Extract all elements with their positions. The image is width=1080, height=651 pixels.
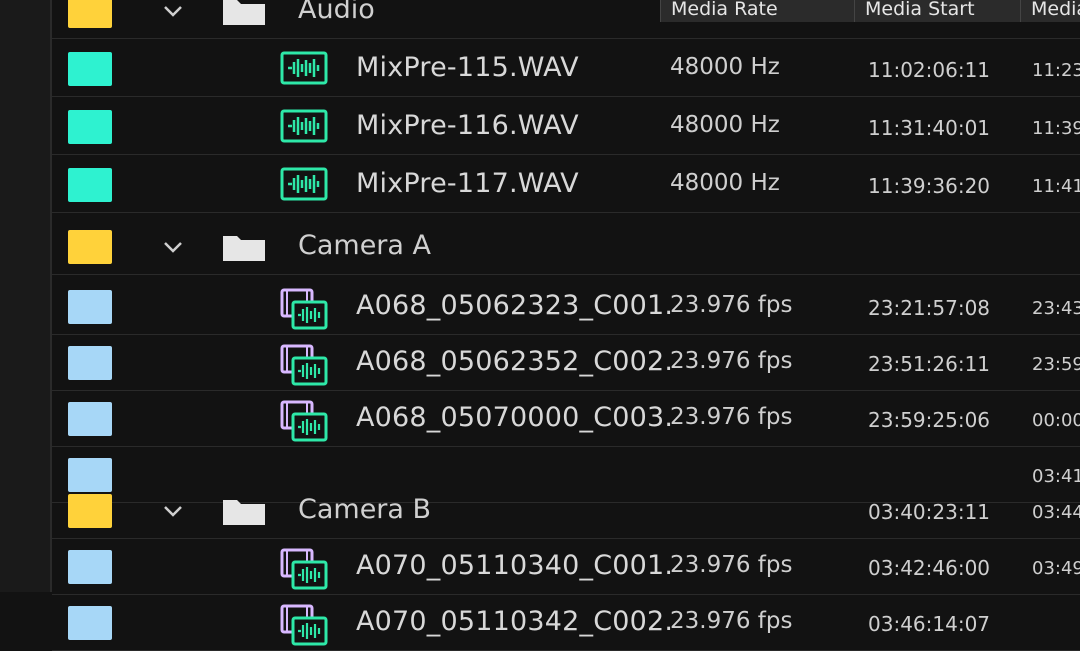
chevron-down-icon[interactable] [160,0,186,24]
clip-name: A070_05110340_C001. [356,550,674,581]
media-end-value: 11:41: [1032,176,1080,197]
label-color-swatch[interactable] [68,494,112,528]
media-end-value: 23:59: [1032,354,1080,375]
clip-name: A068_05062352_C002. [356,346,674,377]
clip-row[interactable]: A068_05062323_C001. 23.976 fps 23:21:57:08… [52,280,1080,335]
media-rate-value: 48000 Hz [670,112,780,138]
clip-name: MixPre-115.WAV [356,52,579,83]
bin-name: Audio [298,0,375,25]
clip-name: A068_05070000_C003. [356,402,674,433]
clip-row[interactable]: A068_05062352_C002. 23.976 fps 23:51:26:11… [52,336,1080,391]
media-end-value: 11:23: [1032,60,1080,81]
bin-row[interactable]: Camera B 03:40:23:11 03:44: [52,484,1080,539]
video-clip-icon [280,288,328,330]
media-start-value: 11:02:06:11 [868,58,991,82]
bin-row[interactable]: Camera A [52,220,1080,275]
media-rate-value: 23.976 fps [670,404,793,430]
media-start-value: 23:21:57:08 [868,296,991,320]
media-rate-value: 48000 Hz [670,170,780,196]
clip-name: MixPre-117.WAV [356,168,579,199]
folder-icon [222,496,266,526]
clip-row[interactable]: MixPre-117.WAV 48000 Hz 11:39:36:20 11:41: [52,158,1080,213]
video-clip-icon [280,344,328,386]
media-end-value: 23:43: [1032,298,1080,319]
media-end-value: 11:39: [1032,118,1080,139]
clip-name: A070_05110342_C002. [356,606,674,637]
media-start-value: 11:39:36:20 [868,174,991,198]
folder-icon [222,0,266,26]
media-end-value: 00:00: [1032,410,1080,431]
clip-row[interactable]: A068_05070000_C003. 23.976 fps 23:59:25:06… [52,392,1080,447]
media-start-value: 03:40:23:11 [868,500,991,524]
clip-row[interactable]: A070_05110342_C002. 23.976 fps 03:46:14:07 [52,596,1080,651]
label-color-swatch[interactable] [68,290,112,324]
clip-row[interactable]: A070_05110340_C001. 23.976 fps 03:42:46:00… [52,540,1080,595]
bin-name: Camera B [298,494,432,525]
media-end-value: 03:49: [1032,558,1080,579]
label-color-swatch[interactable] [68,550,112,584]
clip-name: A068_05062323_C001. [356,290,674,321]
label-color-swatch[interactable] [68,110,112,144]
media-start-value: 11:31:40:01 [868,116,991,140]
video-clip-icon [280,548,328,590]
label-color-swatch[interactable] [68,230,112,264]
media-rate-value: 23.976 fps [670,608,793,634]
label-color-swatch[interactable] [68,168,112,202]
media-rate-value: 23.976 fps [670,552,793,578]
media-rate-value: 23.976 fps [670,348,793,374]
chevron-down-icon[interactable] [160,234,186,260]
media-start-value: 23:51:26:11 [868,352,991,376]
clip-name: MixPre-116.WAV [356,110,579,141]
media-start-value: 23:59:25:06 [868,408,991,432]
media-start-value: 03:42:46:00 [868,556,991,580]
video-clip-icon [280,400,328,442]
label-color-swatch[interactable] [68,402,112,436]
audio-clip-icon [280,166,328,208]
audio-clip-icon [280,50,328,92]
bin-row[interactable]: Audio [52,0,1080,39]
video-clip-icon [280,604,328,646]
left-panel-edge [0,0,52,592]
audio-clip-icon [280,108,328,150]
label-color-swatch[interactable] [68,0,112,28]
bin-name: Camera A [298,230,432,261]
folder-icon [222,232,266,262]
clip-row[interactable]: MixPre-116.WAV 48000 Hz 11:31:40:01 11:39: [52,100,1080,155]
clip-row[interactable]: MixPre-115.WAV 48000 Hz 11:02:06:11 11:23: [52,42,1080,97]
label-color-swatch[interactable] [68,606,112,640]
chevron-down-icon[interactable] [160,498,186,524]
media-end-value: 03:44: [1032,502,1080,523]
media-rate-value: 48000 Hz [670,54,780,80]
label-color-swatch[interactable] [68,52,112,86]
media-start-value: 03:46:14:07 [868,612,991,636]
media-rate-value: 23.976 fps [670,292,793,318]
label-color-swatch[interactable] [68,346,112,380]
